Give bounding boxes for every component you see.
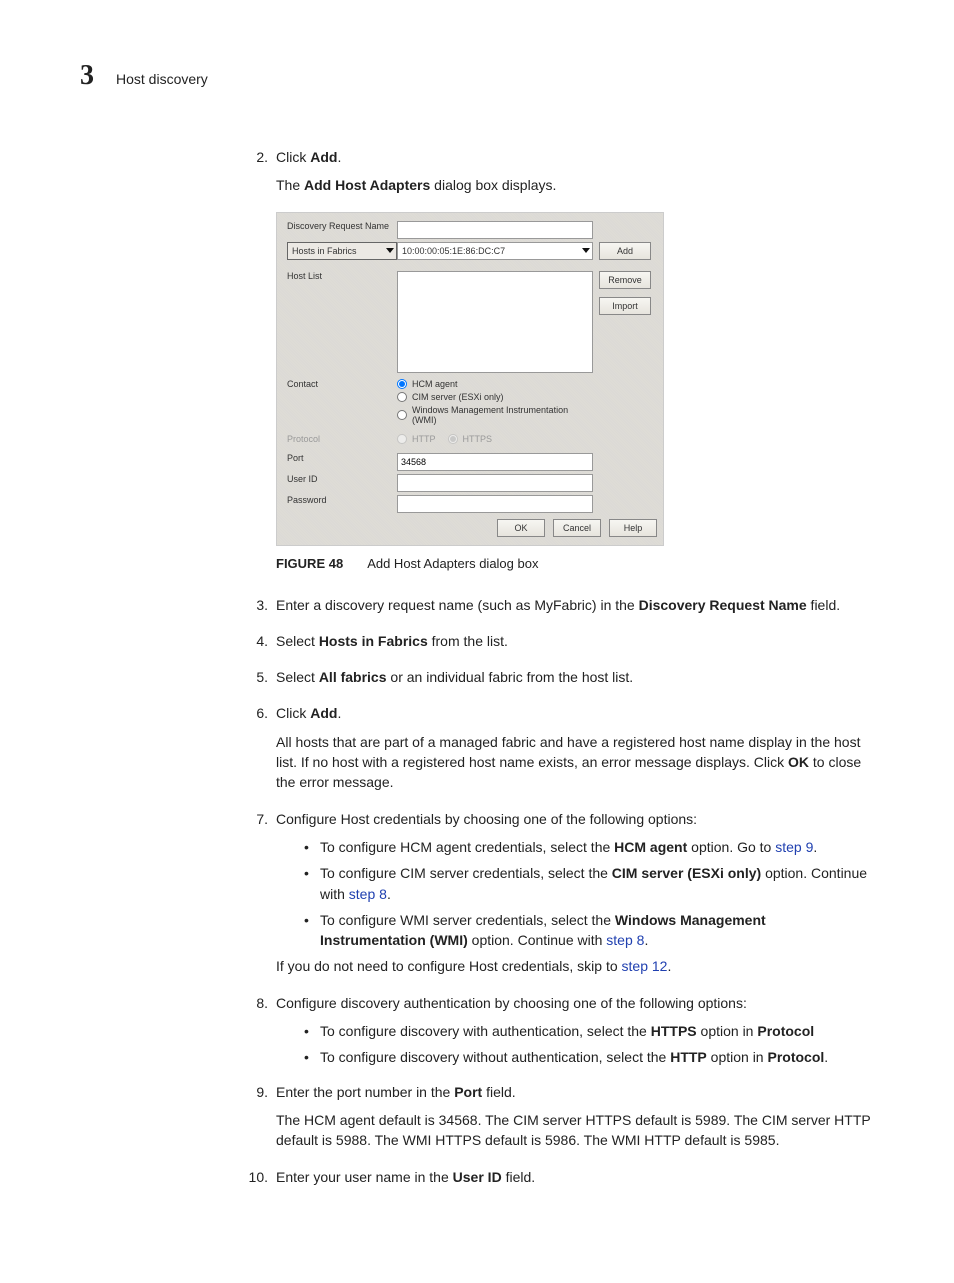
host-list[interactable] xyxy=(397,271,593,373)
add-host-adapters-dialog: Discovery Request Name Hosts in Fabrics … xyxy=(276,212,664,546)
label-password: Password xyxy=(287,495,397,505)
label-protocol: Protocol xyxy=(287,434,397,444)
chapter-number: 3 xyxy=(80,60,94,92)
step-number: 3. xyxy=(240,595,276,623)
step-number: 7. xyxy=(240,809,276,985)
label-port: Port xyxy=(287,453,397,463)
password-input[interactable] xyxy=(397,495,593,513)
step-number: 4. xyxy=(240,631,276,659)
label-discovery-request-name: Discovery Request Name xyxy=(287,221,397,231)
wmi-radio[interactable] xyxy=(397,410,407,420)
step-number: 2. xyxy=(240,147,276,204)
discovery-request-name-input[interactable] xyxy=(397,221,593,239)
step-number: 10. xyxy=(240,1167,276,1195)
figure-caption: FIGURE 48Add Host Adapters dialog box xyxy=(276,556,874,571)
label-userid: User ID xyxy=(287,474,397,484)
import-button[interactable]: Import xyxy=(599,297,651,315)
add-button[interactable]: Add xyxy=(599,242,651,260)
step-text: Click xyxy=(276,149,310,165)
fabric-select[interactable]: 10:00:00:05:1E:86:DC:C7 xyxy=(397,242,593,260)
link-step9[interactable]: step 9 xyxy=(775,839,813,855)
https-radio xyxy=(448,434,458,444)
add-literal: Add xyxy=(310,149,337,165)
link-step8[interactable]: step 8 xyxy=(606,932,644,948)
hcm-agent-radio[interactable] xyxy=(397,379,407,389)
step-number: 6. xyxy=(240,703,276,800)
hosts-in-fabrics-select[interactable]: Hosts in Fabrics xyxy=(287,242,397,260)
remove-button[interactable]: Remove xyxy=(599,271,651,289)
label-host-list: Host List xyxy=(287,271,397,281)
chevron-down-icon xyxy=(386,248,394,253)
cim-server-radio[interactable] xyxy=(397,392,407,402)
step-number: 9. xyxy=(240,1082,276,1159)
section-title: Host discovery xyxy=(116,71,208,87)
step-number: 8. xyxy=(240,993,276,1074)
http-radio xyxy=(397,434,407,444)
step-number: 5. xyxy=(240,667,276,695)
label-contact: Contact xyxy=(287,379,397,389)
userid-input[interactable] xyxy=(397,474,593,492)
ok-button[interactable]: OK xyxy=(497,519,545,537)
link-step8[interactable]: step 8 xyxy=(349,886,387,902)
help-button[interactable]: Help xyxy=(609,519,657,537)
port-input[interactable] xyxy=(397,453,593,471)
link-step12[interactable]: step 12 xyxy=(622,958,668,974)
chevron-down-icon xyxy=(582,248,590,253)
page-header: 3 Host discovery xyxy=(80,60,874,92)
cancel-button[interactable]: Cancel xyxy=(553,519,601,537)
